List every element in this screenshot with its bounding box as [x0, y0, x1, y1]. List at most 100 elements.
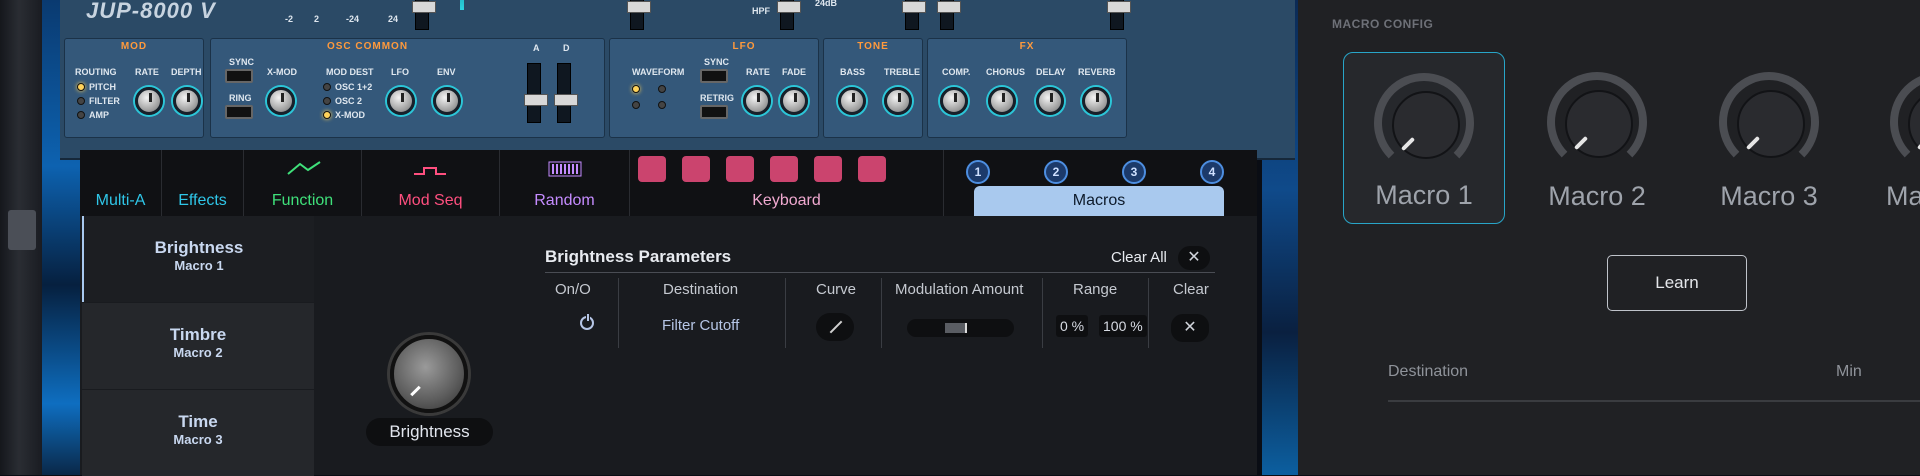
retrig-switch[interactable]	[700, 105, 728, 119]
top-fader[interactable]	[627, 0, 651, 30]
lfo-fade-knob[interactable]	[780, 87, 808, 115]
macro-number-2[interactable]: 2	[1044, 160, 1068, 184]
macro-card-3[interactable]: Macro 3	[1688, 52, 1850, 224]
chorus-knob[interactable]	[988, 87, 1016, 115]
modulation-amount-slider[interactable]	[907, 319, 1014, 337]
treble-knob[interactable]	[884, 87, 912, 115]
xmod-led[interactable]	[323, 111, 331, 119]
tab-function[interactable]: Function	[244, 150, 362, 216]
macro-config-title: MACRO CONFIG	[1332, 17, 1434, 31]
osc-env-knob[interactable]	[433, 87, 461, 115]
tab-label: Random	[534, 192, 595, 209]
fx-title: FX	[1019, 41, 1035, 52]
selected-macro-label: Brightness	[366, 418, 493, 446]
routing-option: PITCH	[89, 82, 116, 92]
tab-random[interactable]: Random	[500, 150, 630, 216]
col-header-curve: Curve	[816, 281, 857, 298]
key-trigger-icon[interactable]	[726, 156, 754, 182]
treble-label: TREBLE	[884, 67, 920, 77]
macro-list-item-timbre[interactable]: Timbre Macro 2	[82, 303, 314, 389]
routing-option: AMP	[89, 110, 109, 120]
touch-icon[interactable]	[814, 156, 842, 182]
lfo-mod-label: LFO	[391, 67, 409, 77]
comp-knob[interactable]	[940, 87, 968, 115]
column-divider	[881, 278, 882, 348]
top-fader[interactable]	[777, 0, 801, 30]
macro-card-4[interactable]: Ma	[1860, 52, 1920, 224]
bass-knob[interactable]	[838, 87, 866, 115]
filter-led[interactable]	[77, 97, 85, 105]
tab-label: Keyboard	[752, 192, 821, 209]
portamento-icon[interactable]	[638, 156, 666, 182]
tab-label: Mod Seq	[398, 192, 463, 209]
rate-label: RATE	[135, 67, 159, 77]
tick-label: -24	[346, 14, 360, 24]
macro-card-label: Macro 2	[1548, 181, 1646, 211]
macro-card-1[interactable]: Macro 1	[1343, 52, 1505, 224]
col-header-clear: Clear	[1173, 281, 1209, 298]
sync-switch[interactable]	[225, 69, 253, 83]
waveform-led[interactable]	[632, 101, 640, 109]
learn-button[interactable]: Learn	[1607, 255, 1747, 311]
top-fader[interactable]	[412, 0, 436, 30]
top-fader[interactable]	[937, 0, 961, 30]
osc12-led[interactable]	[323, 83, 331, 91]
range-max-field[interactable]: 100 %	[1099, 315, 1147, 337]
decay-fader[interactable]	[554, 63, 578, 123]
reverb-knob[interactable]	[1082, 87, 1110, 115]
tab-macros[interactable]: Macros	[974, 186, 1224, 216]
env-label: ENV	[437, 67, 456, 77]
amp-led[interactable]	[77, 111, 85, 119]
range-min-field[interactable]: 0 %	[1056, 315, 1089, 337]
ring-switch[interactable]	[225, 105, 253, 119]
macro-card-label: Macro 3	[1720, 181, 1818, 211]
mod-depth-knob[interactable]	[173, 87, 201, 115]
tab-multi-a[interactable]: Multi-A	[80, 150, 162, 216]
macro-number-3[interactable]: 3	[1122, 160, 1146, 184]
clear-row-button[interactable]: ✕	[1171, 314, 1209, 342]
macro-3-knob[interactable]	[1719, 72, 1819, 172]
column-divider	[785, 278, 786, 348]
routing-option: FILTER	[89, 96, 120, 106]
waveform-led[interactable]	[632, 85, 640, 93]
osc2-led[interactable]	[323, 97, 331, 105]
clear-all-button[interactable]: ✕	[1178, 246, 1210, 270]
tab-effects[interactable]: Effects	[162, 150, 244, 216]
key-assign-icon[interactable]	[770, 156, 798, 182]
power-icon[interactable]	[580, 313, 594, 330]
lfo-rate-knob[interactable]	[743, 87, 771, 115]
pitch-led[interactable]	[77, 83, 85, 91]
macro-1-knob[interactable]	[1374, 73, 1474, 173]
top-fader[interactable]	[902, 0, 926, 30]
lfo-sync-switch[interactable]	[700, 69, 728, 83]
attack-label: A	[533, 43, 540, 53]
destination-value[interactable]: Filter Cutoff	[662, 317, 739, 334]
macro-number-4[interactable]: 4	[1200, 160, 1224, 184]
macro-list-item-brightness[interactable]: Brightness Macro 1	[82, 216, 314, 302]
tab-mod-seq[interactable]: Mod Seq	[362, 150, 500, 216]
curve-button[interactable]	[816, 313, 854, 341]
destination-column-header: Destination	[1388, 363, 1469, 380]
macro-list-name: Brightness	[154, 238, 244, 257]
brightness-macro-knob[interactable]	[390, 335, 468, 413]
mod-rate-knob[interactable]	[135, 87, 163, 115]
depth-label: DEPTH	[171, 67, 202, 77]
waveform-led[interactable]	[658, 85, 666, 93]
attack-fader[interactable]	[524, 63, 548, 123]
macro-card-2[interactable]: Macro 2	[1516, 52, 1678, 224]
macro-2-knob[interactable]	[1547, 72, 1647, 172]
macro-list-item-time[interactable]: Time Macro 3	[82, 390, 314, 476]
top-fader[interactable]	[1107, 0, 1131, 30]
tab-label: Function	[271, 192, 334, 209]
keyboard-mode-icon[interactable]	[682, 156, 710, 182]
delay-knob[interactable]	[1036, 87, 1064, 115]
osc-lfo-knob[interactable]	[387, 87, 415, 115]
macro-number-1[interactable]: 1	[966, 160, 990, 184]
tab-keyboard[interactable]: Keyboard	[630, 150, 944, 216]
tick-label: -2	[285, 14, 294, 24]
xmod-knob[interactable]	[267, 87, 295, 115]
hold-icon[interactable]	[858, 156, 886, 182]
macro-4-knob[interactable]	[1890, 72, 1920, 172]
waveform-led[interactable]	[658, 101, 666, 109]
column-divider	[618, 278, 619, 348]
